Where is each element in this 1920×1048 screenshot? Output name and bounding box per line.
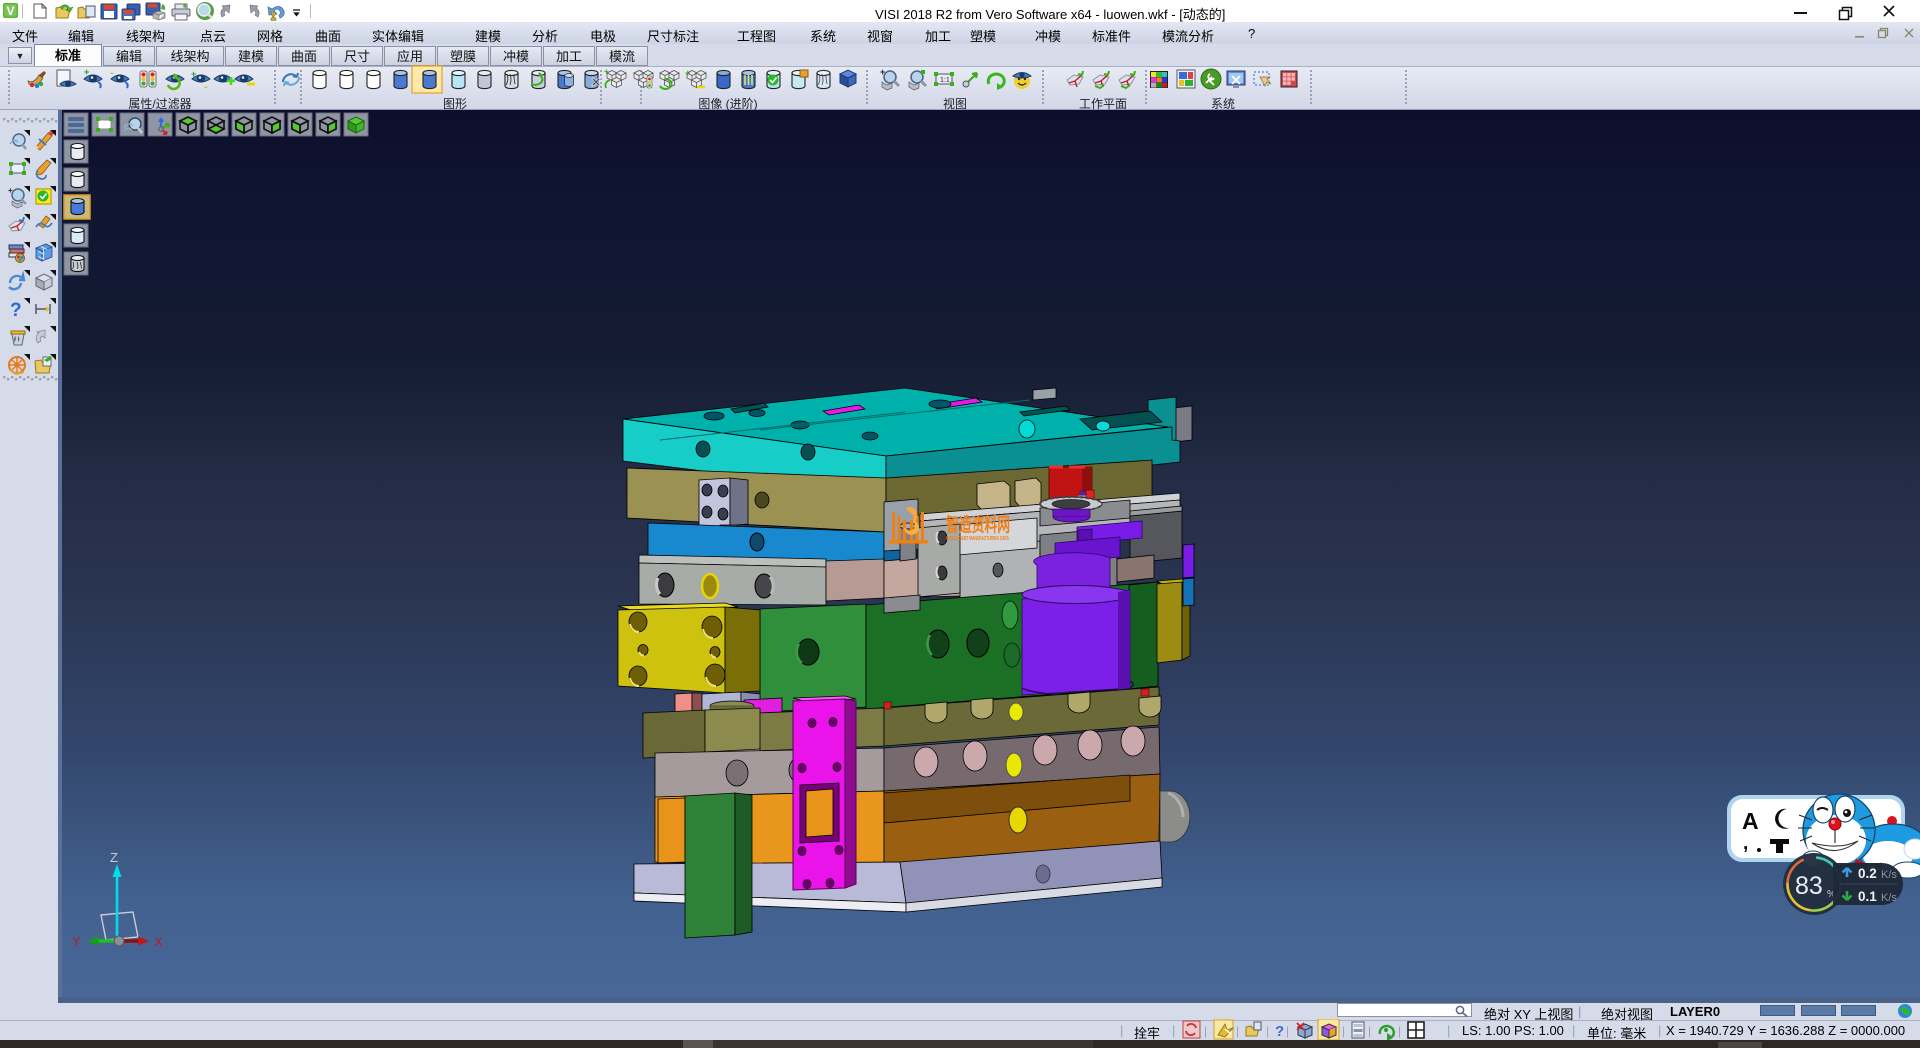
svg-text:K/s: K/s: [1881, 869, 1897, 881]
svg-text:Z: Z: [110, 850, 118, 865]
svg-text:+: +: [604, 67, 609, 76]
svg-text:|: |: [1368, 1024, 1371, 1038]
svg-text:-: -: [204, 81, 208, 93]
svg-text:-: -: [110, 67, 114, 79]
svg-text:|: |: [1286, 1024, 1289, 1038]
svg-text:|: |: [1236, 1024, 1239, 1038]
svg-text:+: +: [880, 67, 885, 77]
svg-text:|: |: [1204, 1024, 1207, 1038]
svg-text:X: X: [154, 934, 163, 949]
svg-text:|: |: [1398, 1024, 1401, 1038]
svg-text:0.2: 0.2: [1858, 866, 1877, 881]
svg-text:0.1: 0.1: [1858, 889, 1877, 904]
svg-text:+: +: [685, 68, 690, 78]
svg-text:+: +: [84, 67, 89, 77]
svg-text:Y: Y: [72, 934, 81, 949]
svg-text:1:1: 1:1: [940, 77, 950, 84]
svg-text:+: +: [8, 186, 13, 195]
svg-text:?: ?: [10, 300, 22, 321]
svg-text:+: +: [191, 69, 196, 79]
svg-text:?: ?: [1275, 1023, 1284, 1040]
svg-text:|: |: [1266, 1024, 1269, 1038]
svg-text:K/s: K/s: [1881, 892, 1897, 904]
svg-text:A: A: [1742, 808, 1759, 834]
svg-text:,: ,: [1743, 833, 1748, 854]
svg-text:|: |: [1342, 1024, 1345, 1038]
svg-text:智造资料网: 智造资料网: [946, 513, 1010, 536]
svg-text:INTELLIGENT MANUFACTURING DATA: INTELLIGENT MANUFACTURING DATA: [946, 536, 1009, 542]
svg-text:83: 83: [1795, 872, 1823, 900]
